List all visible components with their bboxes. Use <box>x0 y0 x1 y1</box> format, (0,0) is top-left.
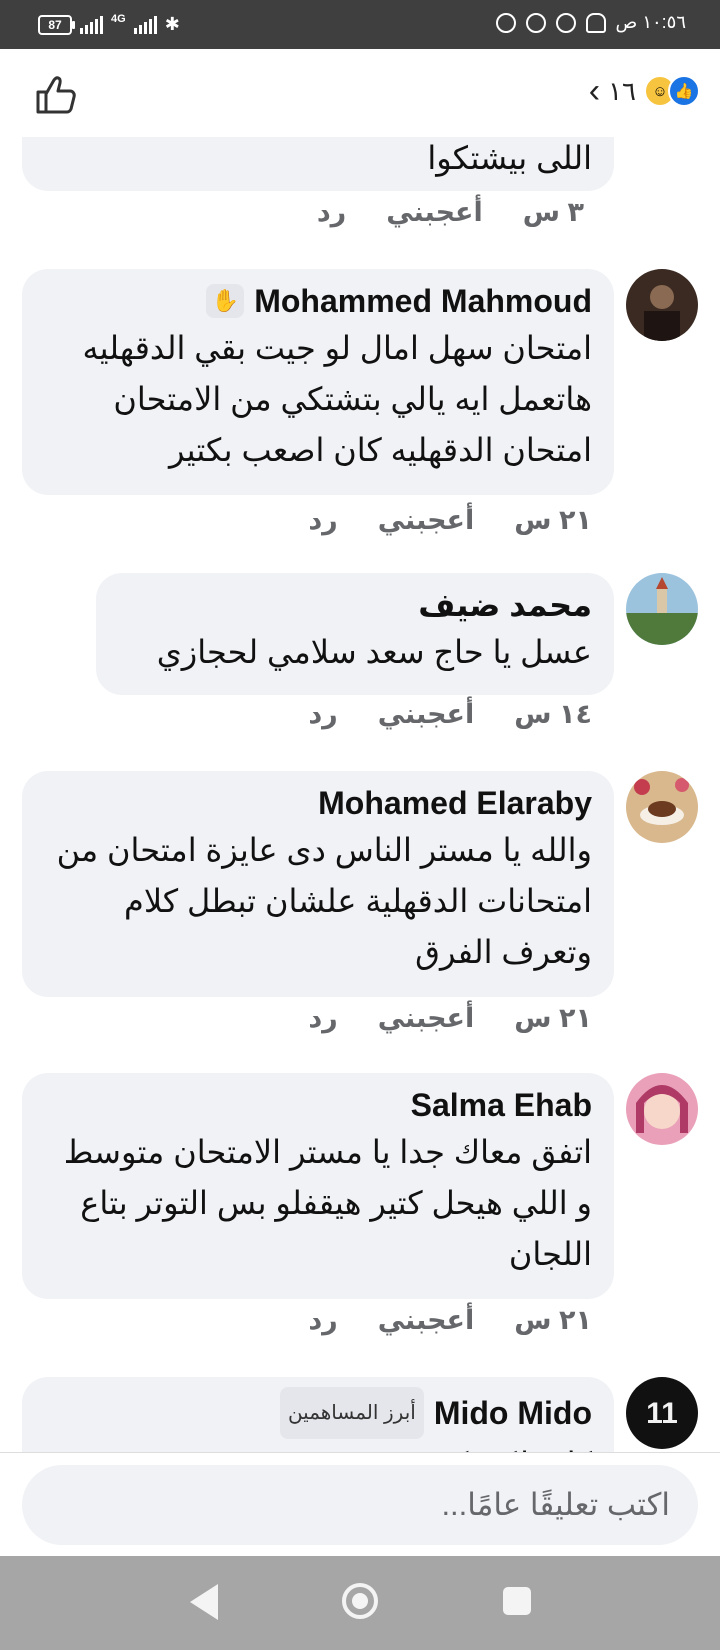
comment-author[interactable]: Mohammed Mahmoud ✋ <box>44 279 592 323</box>
network-type: 4G <box>111 12 126 25</box>
author-name[interactable]: Mido Mido <box>434 1391 592 1435</box>
comment-author[interactable]: Mido Mido أبرز المساهمين <box>44 1387 592 1439</box>
bluetooth-icon: ✱ <box>164 14 180 34</box>
comment-input[interactable]: اكتب تعليقًا عامًا... <box>22 1465 698 1545</box>
nav-back-icon[interactable] <box>190 1584 218 1620</box>
avatar[interactable] <box>626 1073 698 1145</box>
like-link[interactable]: أعجبني <box>378 1003 475 1034</box>
comment-text: عسل يا حاج سعد سلامي لحجازي <box>156 634 592 670</box>
status-time: ١٠:٥٦ ص <box>615 12 686 32</box>
like-link[interactable]: أعجبني <box>378 505 475 536</box>
comment-time: ٣ س <box>522 197 584 227</box>
comment-time: ٢١ س <box>514 505 592 535</box>
like-link[interactable]: أعجبني <box>386 197 483 228</box>
avatar[interactable] <box>626 573 698 645</box>
messenger-icon <box>495 12 516 33</box>
comment-bubble: Mohammed Mahmoud ✋ امتحان سهل امال لو جي… <box>22 269 614 495</box>
nav-home-icon[interactable] <box>342 1583 378 1619</box>
battery-icon: 87 <box>38 14 75 35</box>
reply-link[interactable]: رد <box>308 699 337 730</box>
comments-list[interactable]: اللى بيشتكوا ٣ س أعجبني رد Mohammed Mahm… <box>0 137 720 1452</box>
comment-composer-bar: اكتب تعليقًا عامًا... <box>0 1452 720 1557</box>
wave-icon: ✋ <box>206 284 245 318</box>
comment-actions: ٢١ س أعجبني رد <box>308 505 592 536</box>
whatsapp-icon <box>525 12 546 33</box>
comment-author[interactable]: Mohamed Elaraby <box>44 781 592 825</box>
reaction-icons: ☺ 👍 <box>644 75 700 107</box>
like-reaction-icon: 👍 <box>668 75 700 107</box>
reply-link[interactable]: رد <box>308 1003 337 1034</box>
comment-text: كلام لكن كوسو ... <box>44 1439 592 1452</box>
comment-text: والله يا مستر الناس دى عايزة امتحان من ا… <box>56 832 592 970</box>
comment-bubble: Mohamed Elaraby والله يا مستر الناس دى ع… <box>22 771 614 997</box>
status-left-icons: 87 4G ✱ <box>38 12 180 35</box>
reply-link[interactable]: رد <box>308 505 337 536</box>
comment-bubble: محمد ضيف عسل يا حاج سعد سلامي لحجازي <box>96 573 614 695</box>
like-link[interactable]: أعجبني <box>378 699 475 730</box>
comment-bubble: Salma Ehab اتفق معاك جدا يا مستر الامتحا… <box>22 1073 614 1299</box>
battery-level: 87 <box>48 17 62 32</box>
comment-text: اللى بيشتكوا <box>427 140 592 176</box>
reply-link[interactable]: رد <box>308 1305 337 1336</box>
avatar[interactable] <box>626 269 698 341</box>
author-name[interactable]: Salma Ehab <box>411 1083 592 1127</box>
alarm-icon <box>555 12 576 33</box>
chevron-left-icon[interactable]: ‹ <box>589 74 600 108</box>
status-bar: 87 4G ✱ ١٠:٥٦ ص <box>0 0 720 49</box>
svg-text:11: 11 <box>646 1397 678 1430</box>
comment-time: ١٤ س <box>514 699 592 729</box>
comment-actions: ٣ س أعجبني رد <box>317 197 584 228</box>
top-contributor-badge: أبرز المساهمين <box>279 1387 424 1439</box>
signal-icon <box>80 15 103 34</box>
comment-bubble: Mido Mido أبرز المساهمين كلام لكن كوسو .… <box>22 1377 614 1452</box>
muted-bell-icon <box>585 12 606 33</box>
comment-time: ٢١ س <box>514 1305 592 1335</box>
reaction-count: ١٦ <box>608 75 636 106</box>
comment-bubble: اللى بيشتكوا <box>22 137 614 191</box>
reply-link[interactable]: رد <box>317 197 346 228</box>
status-right-icons: ١٠:٥٦ ص <box>495 12 686 33</box>
nav-recents-icon[interactable] <box>503 1587 531 1615</box>
avatar[interactable] <box>626 771 698 843</box>
like-link[interactable]: أعجبني <box>378 1305 475 1336</box>
signal-icon-2 <box>133 15 157 34</box>
thumbs-up-icon[interactable] <box>34 72 78 116</box>
comment-author[interactable]: محمد ضيف <box>118 583 592 627</box>
comment-actions: ١٤ س أعجبني رد <box>308 699 592 730</box>
comment-actions: ٢١ س أعجبني رد <box>308 1003 592 1034</box>
author-name[interactable]: Mohammed Mahmoud <box>254 279 592 323</box>
comment-time: ٢١ س <box>514 1003 592 1033</box>
comment-actions: ٢١ س أعجبني رد <box>308 1305 592 1336</box>
comment-text: امتحان سهل امال لو جيت بقي الدقهليه هاتع… <box>82 330 592 468</box>
author-name[interactable]: Mohamed Elaraby <box>318 781 592 825</box>
reactions-summary[interactable]: ‹ ١٦ ☺ 👍 <box>589 74 700 108</box>
system-nav-bar <box>0 1556 720 1650</box>
comment-author[interactable]: Salma Ehab <box>44 1083 592 1127</box>
comment-text: اتفق معاك جدا يا مستر الامتحان متوسط و ا… <box>63 1134 592 1272</box>
author-name[interactable]: محمد ضيف <box>418 583 592 627</box>
avatar[interactable]: 11 <box>626 1377 698 1449</box>
